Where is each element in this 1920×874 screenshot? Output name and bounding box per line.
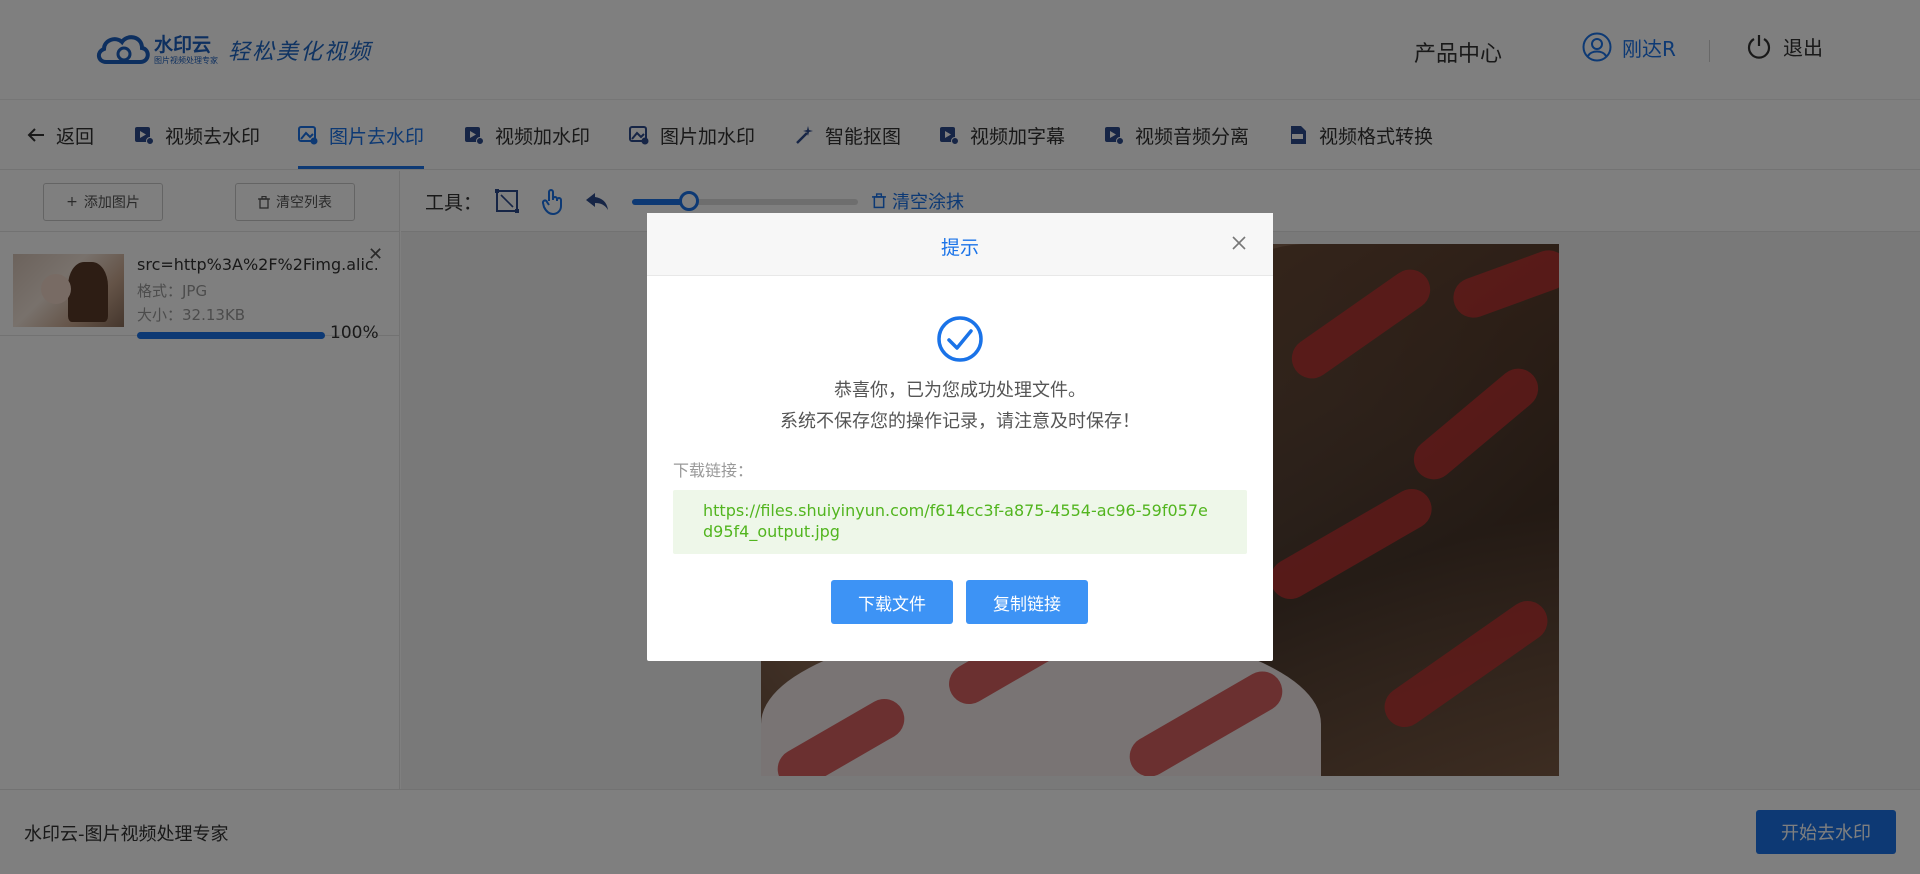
success-check-icon (937, 316, 983, 362)
download-file-button[interactable]: 下载文件 (831, 580, 953, 624)
copy-link-button[interactable]: 复制链接 (966, 580, 1088, 624)
download-link-label: 下载链接： (673, 461, 754, 480)
dialog-title: 提示 (940, 237, 979, 259)
success-dialog: 提示 恭喜你，已为您成功处理文件。 系统不保存您的操作记录，请注意及时保存！ 下… (647, 213, 1273, 661)
close-icon[interactable] (1227, 231, 1251, 255)
save-reminder-message: 系统不保存您的操作记录，请注意及时保存！ (780, 411, 1140, 432)
success-message: 恭喜你，已为您成功处理文件。 (834, 380, 1086, 401)
download-link-box[interactable]: https://files.shuiyinyun.com/f614cc3f-a8… (673, 490, 1247, 554)
